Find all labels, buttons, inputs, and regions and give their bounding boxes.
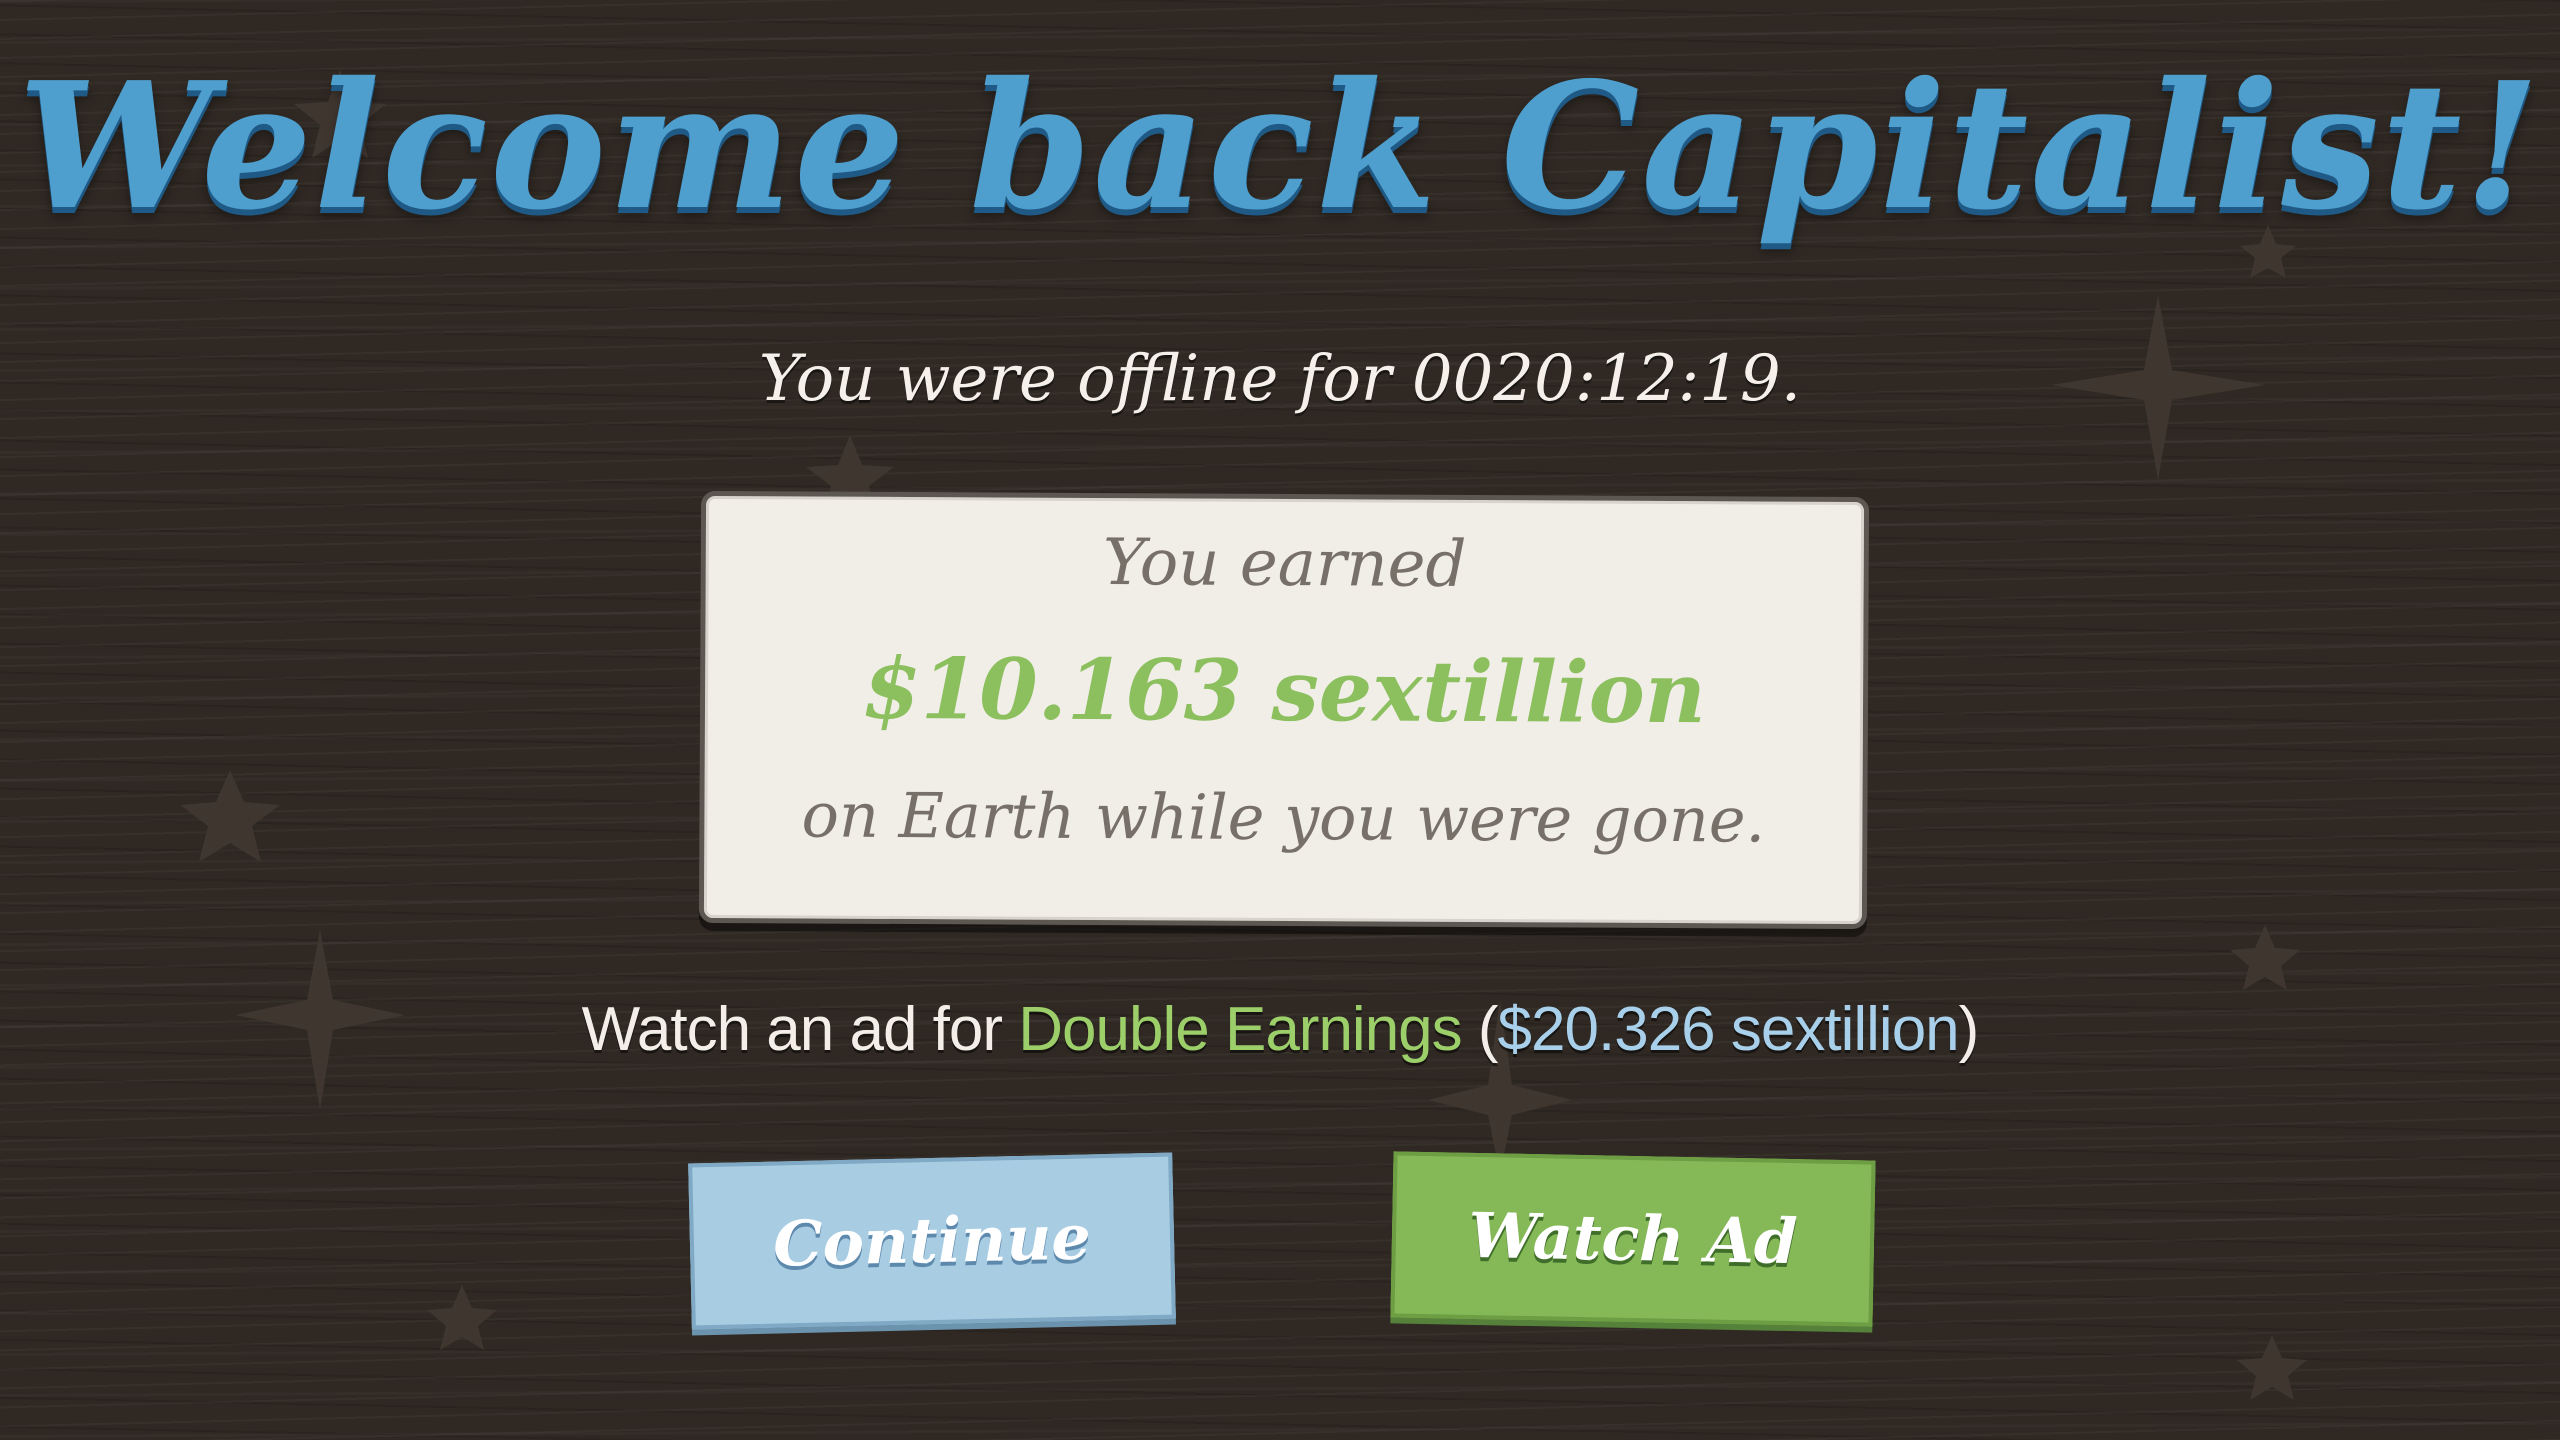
ad-offer-open-paren: ( [1461,995,1499,1064]
watch-ad-button[interactable]: Watch Ad [1390,1151,1876,1327]
earnings-panel: You earned $10.163 sextillion on Earth w… [698,490,1870,930]
welcome-title: Welcome back Capitalist! [18,45,2542,249]
double-earnings-label: Double Earnings [1018,995,1462,1064]
star-icon [2237,1335,2307,1400]
star-icon [2230,925,2300,990]
double-earnings-amount: $20.326 sextillion [1497,995,1960,1064]
star-icon [180,770,280,862]
continue-button[interactable]: Continue [688,1152,1176,1330]
star-icon [427,1285,497,1350]
ad-offer-prefix: Watch an ad for [581,995,1019,1064]
offline-duration-text: You were offline for 0020:12:19. [758,342,1802,416]
earned-amount: $10.163 sextillion [862,638,1707,743]
ad-offer-text: Watch an ad for Double Earnings ($20.326… [0,994,2560,1065]
earned-label: You earned [1102,526,1467,602]
earned-location-text: on Earth while you were gone. [801,778,1766,857]
ad-offer-close-paren: ) [1958,995,1980,1064]
